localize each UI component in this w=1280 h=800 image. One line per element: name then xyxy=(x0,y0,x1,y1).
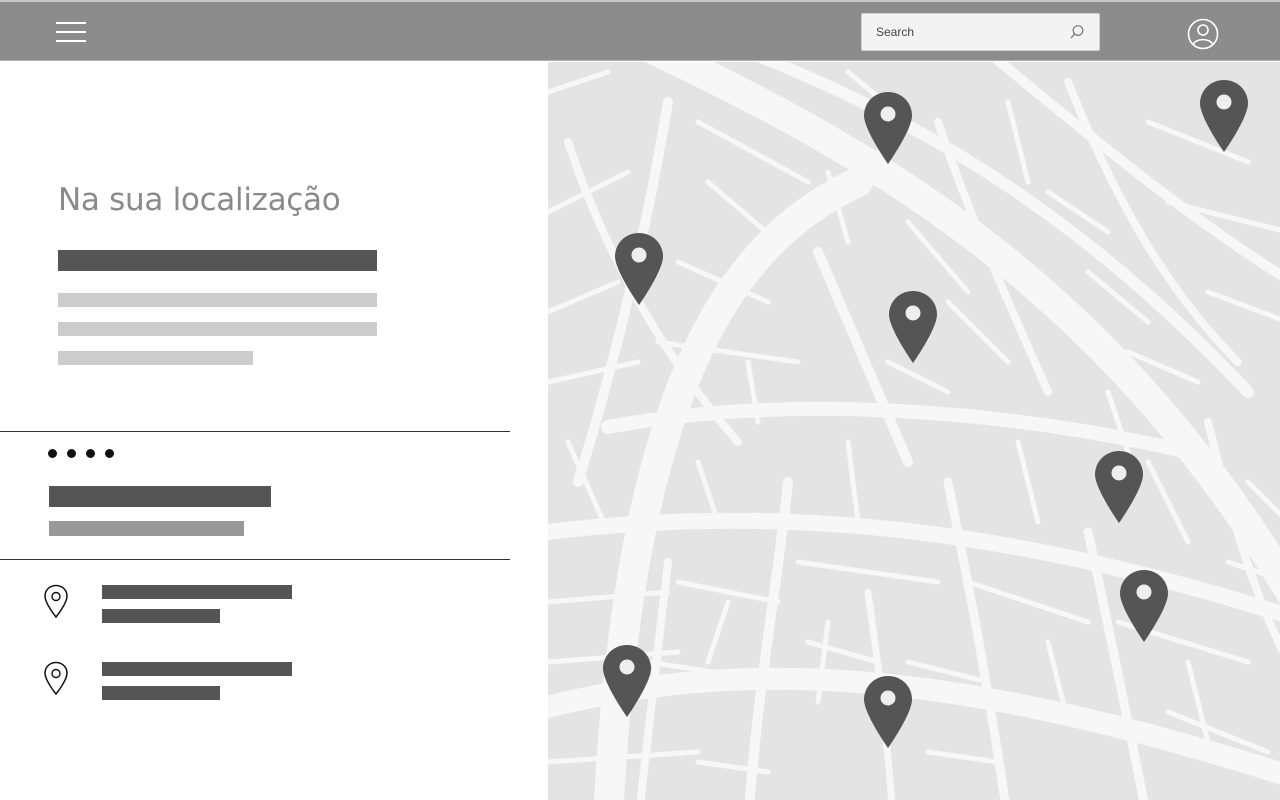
map-pin-icon[interactable] xyxy=(863,674,913,750)
page-title: Na sua localização xyxy=(58,182,341,218)
address-line-placeholder[interactable] xyxy=(102,585,292,599)
map-pin-icon[interactable] xyxy=(1199,78,1249,154)
address-line-placeholder[interactable] xyxy=(102,662,292,676)
map-pin-icon[interactable] xyxy=(863,90,913,166)
place-detail-placeholder xyxy=(49,521,244,536)
rating-dot xyxy=(48,449,57,458)
map-pin-icon[interactable] xyxy=(602,643,652,719)
rating-dot xyxy=(105,449,114,458)
map-pin-outline-icon xyxy=(44,584,68,619)
text-line-placeholder xyxy=(58,322,377,336)
section-divider xyxy=(0,559,510,560)
search-box[interactable] xyxy=(861,13,1100,51)
hamburger-menu-icon[interactable] xyxy=(56,22,86,42)
street-grid xyxy=(548,62,1280,800)
place-name-placeholder[interactable] xyxy=(49,486,271,507)
map-pin-icon[interactable] xyxy=(614,231,664,307)
address-line-placeholder xyxy=(102,609,220,623)
top-bar xyxy=(0,0,1280,61)
section-divider xyxy=(0,431,510,432)
map-view[interactable] xyxy=(548,62,1280,800)
text-line-placeholder xyxy=(58,293,377,307)
rating-dots xyxy=(48,449,114,458)
location-panel: Na sua localização xyxy=(0,62,548,800)
rating-dot xyxy=(86,449,95,458)
map-pin-icon[interactable] xyxy=(888,289,938,365)
heading-placeholder xyxy=(58,250,377,271)
map-pin-icon[interactable] xyxy=(1094,449,1144,525)
search-icon[interactable] xyxy=(1069,24,1085,40)
map-pin-icon[interactable] xyxy=(1119,568,1169,644)
rating-dot xyxy=(67,449,76,458)
text-line-placeholder xyxy=(58,351,253,365)
search-input[interactable] xyxy=(862,14,1062,50)
user-circle-icon[interactable] xyxy=(1187,18,1219,50)
address-line-placeholder xyxy=(102,686,220,700)
map-pin-outline-icon xyxy=(44,661,68,696)
